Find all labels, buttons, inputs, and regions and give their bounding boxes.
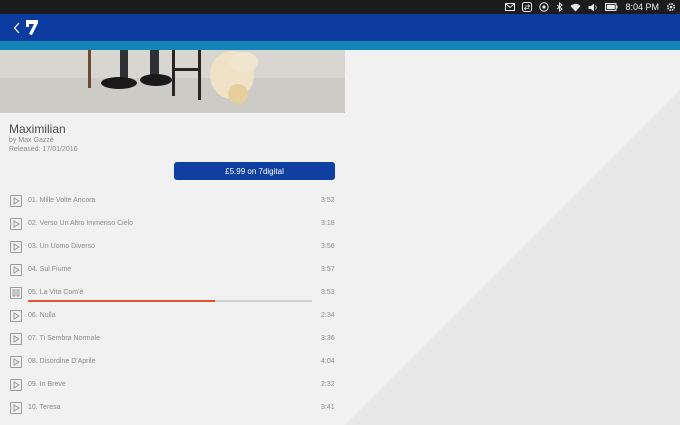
track-duration: 3:41 <box>321 404 335 411</box>
track-duration: 3:56 <box>321 243 335 250</box>
album-panel: Maximilian by Max Gazzè Released: 17/01/… <box>0 50 345 425</box>
track-row[interactable]: 03. Un Uomo Diverso 3:56 <box>0 236 345 259</box>
settings-icon[interactable] <box>666 0 676 14</box>
album-cover-art <box>0 50 345 113</box>
track-title: 07. Ti Sembra Normale <box>28 335 100 342</box>
pause-icon[interactable] <box>10 287 22 299</box>
track-row[interactable]: 02. Verso Un Altro Immenso Cielo 3:18 <box>0 213 345 236</box>
track-row[interactable]: 10. Teresa 3:41 <box>0 397 345 420</box>
header-accent-stripe <box>0 41 680 50</box>
album-artist[interactable]: by Max Gazzè <box>9 137 54 144</box>
battery-icon[interactable] <box>605 0 618 14</box>
track-list: 01. Mille Volte Ancora 3:52 02. Verso Un A… <box>0 190 345 420</box>
track-row[interactable]: 08. Disordine D'Aprile 4:04 <box>0 351 345 374</box>
play-icon[interactable] <box>10 356 22 368</box>
track-row[interactable]: 09. In Breve 2:32 <box>0 374 345 397</box>
bluetooth-icon[interactable] <box>556 0 564 14</box>
track-title: 08. Disordine D'Aprile <box>28 358 96 365</box>
track-duration: 2:34 <box>321 312 335 319</box>
track-title: 04. Sul Fiume <box>28 266 72 273</box>
play-icon[interactable] <box>10 264 22 276</box>
album-title: Maximilian <box>9 122 66 136</box>
play-icon[interactable] <box>10 195 22 207</box>
clock[interactable]: 8:04 PM <box>625 2 659 12</box>
wifi-icon[interactable] <box>570 0 581 14</box>
transfer-icon[interactable] <box>522 0 533 14</box>
track-duration: 2:32 <box>321 381 335 388</box>
track-title: 06. Nulla <box>28 312 56 319</box>
track-title: 03. Un Uomo Diverso <box>28 243 95 250</box>
play-icon[interactable] <box>10 241 22 253</box>
track-duration: 3:53 <box>321 289 335 296</box>
play-icon[interactable] <box>10 379 22 391</box>
track-row[interactable]: 06. Nulla 2:34 <box>0 305 345 328</box>
system-panel: 8:04 PM <box>0 0 680 14</box>
track-row[interactable]: 05. La Vita Com'è 3:53 <box>0 282 345 305</box>
play-icon[interactable] <box>10 402 22 414</box>
track-progress-fill <box>28 300 216 302</box>
system-indicators: 8:04 PM <box>505 0 676 14</box>
track-row[interactable]: 01. Mille Volte Ancora 3:52 <box>0 190 345 213</box>
track-title: 05. La Vita Com'è <box>28 289 84 296</box>
play-icon[interactable] <box>10 310 22 322</box>
play-icon[interactable] <box>10 218 22 230</box>
album-release-date: Released: 17/01/2016 <box>9 146 78 153</box>
track-duration: 4:04 <box>321 358 335 365</box>
track-title: 01. Mille Volte Ancora <box>28 197 96 204</box>
track-title: 09. In Breve <box>28 381 66 388</box>
track-row[interactable]: 04. Sul Fiume 3:57 <box>0 259 345 282</box>
track-title: 10. Teresa <box>28 404 61 411</box>
7digital-logo-icon[interactable] <box>25 19 39 36</box>
chevron-left-icon <box>13 22 19 33</box>
track-row[interactable]: 07. Ti Sembra Normale 3:36 <box>0 328 345 351</box>
track-duration: 3:57 <box>321 266 335 273</box>
back-button[interactable] <box>9 19 23 36</box>
buy-album-button[interactable]: £5.99 on 7digital <box>174 162 335 180</box>
volume-icon[interactable] <box>588 0 598 14</box>
track-title: 02. Verso Un Altro Immenso Cielo <box>28 220 134 227</box>
track-duration: 3:18 <box>321 220 335 227</box>
track-duration: 3:36 <box>321 335 335 342</box>
app-header <box>0 14 680 41</box>
track-duration: 3:52 <box>321 197 335 204</box>
play-icon[interactable] <box>10 333 22 345</box>
mail-icon[interactable] <box>505 0 516 14</box>
track-progress-bar[interactable] <box>28 300 312 302</box>
location-icon[interactable] <box>539 0 550 14</box>
